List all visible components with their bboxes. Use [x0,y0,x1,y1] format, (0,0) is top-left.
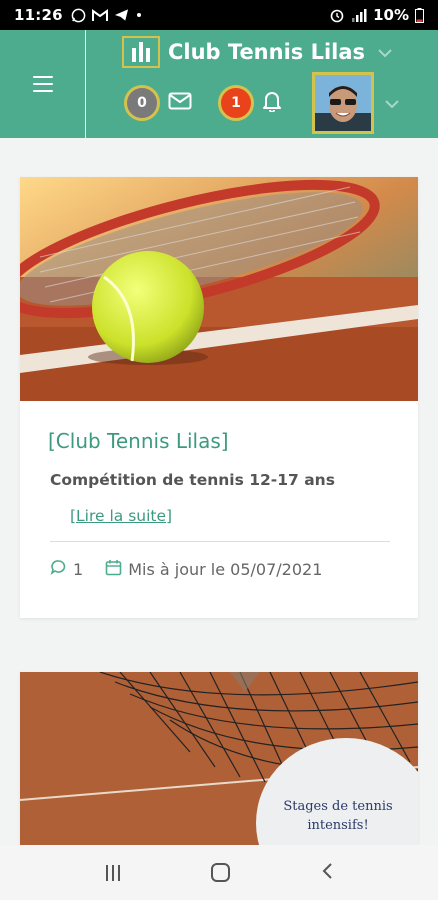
chevron-down-icon [384,94,400,113]
avatar[interactable] [312,72,374,134]
status-bar: 11:26 10% [0,0,438,30]
comment-count[interactable]: 1 [73,560,83,579]
signal-icon [351,8,367,22]
post-excerpt: Compétition de tennis 12-17 ans [50,471,335,489]
hamburger-icon [32,76,53,92]
bell-icon [262,90,282,116]
app-header: Club Tennis Lilas 0 1 [0,30,438,138]
menu-button[interactable] [0,30,86,138]
battery-percent: 10% [373,6,409,24]
messages-count-badge: 0 [124,85,160,121]
back-icon[interactable] [321,862,333,884]
battery-icon [415,7,424,23]
comment-icon[interactable] [50,559,67,580]
notification-icons [71,8,143,23]
club-name: Club Tennis Lilas [168,40,366,64]
calendar-icon [105,559,122,580]
tennis-net-image[interactable]: Stages de tennis intensifs! [20,672,418,852]
system-nav-bar [0,845,438,900]
chevron-down-icon [377,43,393,62]
status-time: 11:26 [14,6,63,24]
mail-icon [168,92,192,114]
post-card[interactable]: Stages de tennis intensifs! [20,672,418,852]
club-logo-icon [122,36,160,68]
post-title[interactable]: [Club Tennis Lilas] [48,429,229,453]
dot-icon [135,11,143,19]
profile-menu[interactable] [312,70,400,136]
messages-button[interactable]: 0 [124,78,192,128]
notifications-count-badge: 1 [218,85,254,121]
gmail-icon [91,8,108,22]
notifications-button[interactable]: 1 [218,78,282,128]
recent-apps-icon[interactable] [105,864,120,881]
read-more-link[interactable]: [Lire la suite] [70,507,172,525]
home-icon[interactable] [210,863,230,882]
updated-date: Mis à jour le 05/07/2021 [128,560,323,579]
club-selector[interactable]: Club Tennis Lilas [122,34,393,70]
telegram-icon [114,8,129,22]
divider [50,541,390,542]
post-meta: 1 Mis à jour le 05/07/2021 [50,559,322,580]
tennis-ball-image[interactable] [20,177,418,401]
alarm-icon [329,8,345,23]
promo-text: Stages de tennis intensifs! [283,799,393,833]
post-card[interactable]: [Club Tennis Lilas] Compétition de tenni… [20,177,418,618]
whatsapp-icon [71,8,86,23]
